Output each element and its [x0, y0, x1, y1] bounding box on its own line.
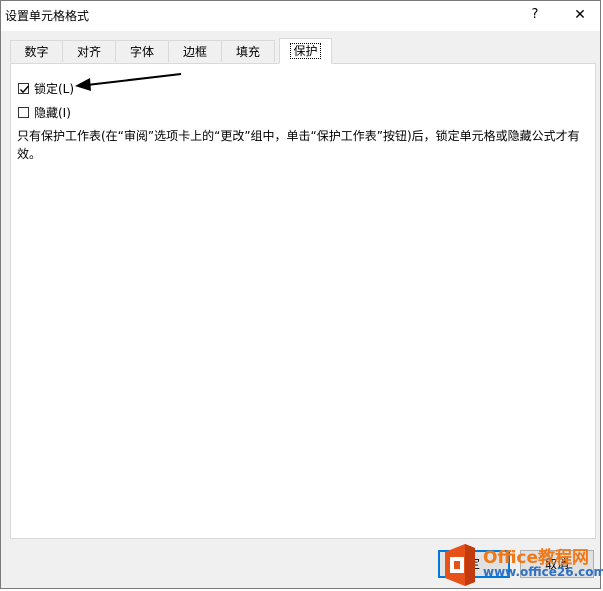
tab-label: 数字 [24, 45, 49, 59]
protection-note: 只有保护工作表(在“审阅”选项卡上的“更改”组中，单击“保护工作表”按钮)后，锁… [17, 129, 580, 161]
tab-label: 边框 [182, 45, 207, 59]
close-button[interactable]: ✕ [563, 3, 597, 27]
tab-alignment[interactable]: 对齐 [62, 40, 116, 62]
locked-checkbox-row[interactable]: 锁定(L) [18, 80, 74, 96]
hidden-checkbox[interactable] [18, 106, 29, 118]
tab-number[interactable]: 数字 [10, 40, 63, 62]
title-bar: 设置单元格格式 ? ✕ [1, 1, 600, 31]
window-title: 设置单元格格式 [5, 9, 90, 23]
protection-panel: 锁定(L) 隐藏(I) 只有保护工作表(在“审阅”选项卡上的“更改”组中，单击“… [10, 63, 596, 539]
tab-font[interactable]: 字体 [115, 40, 169, 62]
tab-protection[interactable]: 保护 [279, 38, 332, 64]
watermark: Office教程网 www.office26.com [439, 541, 603, 587]
office-logo-icon [445, 544, 475, 586]
tab-border[interactable]: 边框 [168, 40, 222, 62]
checkmark-icon [19, 85, 30, 93]
tab-label: 填充 [235, 45, 260, 59]
tab-label: 保护 [290, 43, 321, 59]
tab-label: 字体 [129, 45, 154, 59]
hidden-label: 隐藏(I) [34, 105, 71, 120]
tab-label: 对齐 [76, 45, 101, 59]
hidden-checkbox-row[interactable]: 隐藏(I) [18, 104, 71, 120]
locked-checkbox[interactable] [18, 82, 30, 94]
format-cells-dialog: 设置单元格格式 ? ✕ 数字 对齐 字体 边框 填充 保护 锁定(L) 隐藏(I… [0, 0, 603, 589]
arrow-left-icon [75, 73, 182, 91]
tab-fill[interactable]: 填充 [221, 40, 275, 62]
help-button[interactable]: ? [519, 3, 551, 27]
watermark-url: www.office26.com [483, 565, 603, 579]
locked-label: 锁定(L) [34, 81, 75, 96]
